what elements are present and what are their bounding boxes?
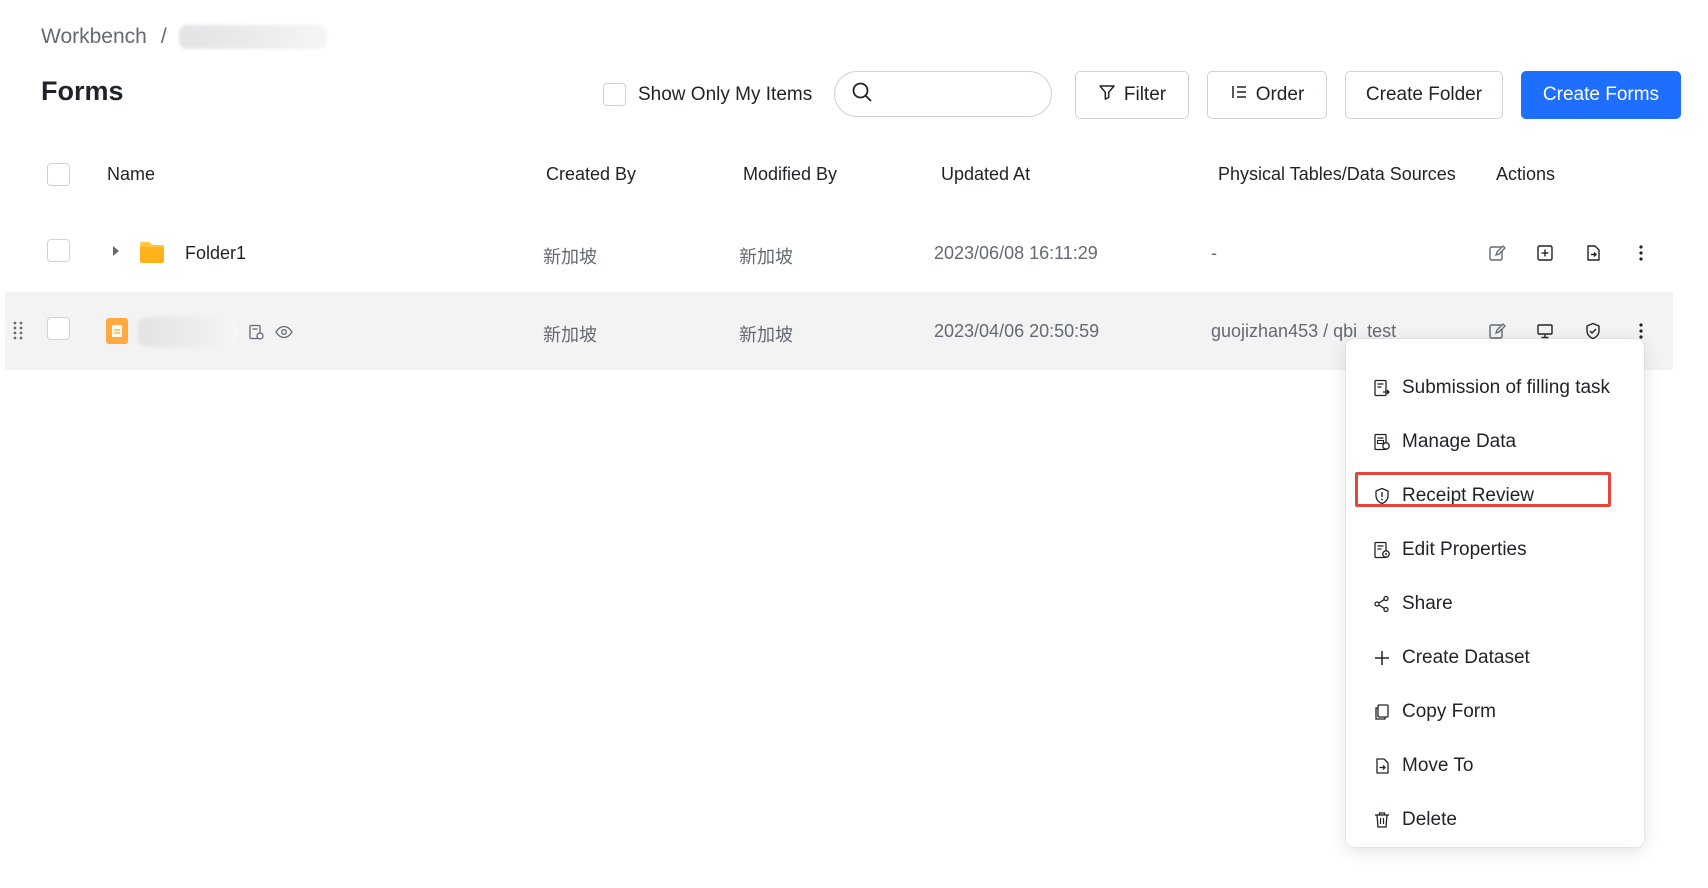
menu-item-receipt-review[interactable]: Receipt Review — [1372, 485, 1534, 507]
edit-icon[interactable] — [1487, 243, 1507, 263]
menu-item-label: Move To — [1402, 755, 1474, 776]
more-actions-icon[interactable] — [1631, 321, 1651, 341]
manage-data-icon — [1372, 432, 1392, 452]
row-checkbox[interactable] — [47, 239, 70, 262]
filter-label: Filter — [1123, 84, 1167, 105]
menu-item-create-dataset[interactable]: Create Dataset — [1372, 647, 1530, 669]
sort-icon — [1230, 83, 1248, 107]
create-folder-button[interactable]: Create Folder — [1345, 71, 1503, 119]
table-row[interactable]: Folder1 新加坡 新加坡 2023/06/08 16:11:29 - — [5, 214, 1673, 292]
menu-item-label: Create Dataset — [1402, 647, 1530, 668]
share-icon — [1372, 594, 1392, 614]
row-name-redacted[interactable] — [138, 317, 238, 347]
row-modified-by: 新加坡 — [739, 247, 793, 267]
move-to-icon — [1372, 756, 1392, 776]
menu-item-label: Delete — [1402, 809, 1457, 830]
menu-item-move-to[interactable]: Move To — [1372, 755, 1473, 777]
folder-icon — [139, 240, 165, 269]
more-actions-icon[interactable] — [1631, 243, 1651, 263]
row-created-by: 新加坡 — [543, 325, 597, 345]
more-actions-menu: Submission of filling task Manage Data R… — [1346, 339, 1644, 847]
column-header-updated-at[interactable]: Updated At — [941, 164, 1030, 185]
menu-item-edit-properties[interactable]: Edit Properties — [1372, 539, 1527, 561]
breadcrumb: Workbench / — [41, 22, 327, 52]
menu-item-label: Manage Data — [1402, 431, 1517, 452]
row-updated-at: 2023/04/06 20:50:59 — [934, 321, 1100, 341]
show-only-my-items-label: Show Only My Items — [638, 83, 813, 105]
copy-icon — [1372, 702, 1392, 722]
data-table-icon[interactable] — [248, 324, 264, 345]
breadcrumb-workbench-link[interactable]: Workbench — [41, 25, 147, 49]
row-modified-by: 新加坡 — [739, 325, 793, 345]
filter-icon — [1098, 83, 1116, 107]
row-created-by: 新加坡 — [543, 247, 597, 267]
order-label: Order — [1255, 84, 1305, 105]
edit-icon[interactable] — [1487, 321, 1507, 341]
menu-item-label: Receipt Review — [1402, 485, 1534, 506]
edit-properties-icon — [1372, 540, 1392, 560]
breadcrumb-separator: / — [160, 25, 167, 48]
shield-check-icon[interactable] — [1583, 321, 1603, 341]
show-only-my-items-checkbox[interactable] — [603, 83, 626, 106]
menu-item-label: Edit Properties — [1402, 539, 1527, 560]
filter-button[interactable]: Filter — [1075, 71, 1189, 119]
shield-icon — [1372, 486, 1392, 506]
search-input[interactable] — [881, 83, 1045, 105]
eye-icon[interactable] — [275, 325, 293, 344]
form-icon — [106, 318, 128, 349]
page-title: Forms — [41, 76, 124, 106]
column-header-created-by[interactable]: Created By — [546, 164, 636, 185]
row-checkbox[interactable] — [47, 317, 70, 340]
add-icon[interactable] — [1535, 243, 1555, 263]
column-header-actions: Actions — [1496, 164, 1556, 184]
row-data-source: - — [1211, 243, 1217, 263]
order-button[interactable]: Order — [1207, 71, 1327, 119]
show-only-my-items-toggle[interactable]: Show Only My Items — [603, 83, 812, 106]
expand-arrow-icon[interactable] — [110, 243, 122, 264]
column-header-name[interactable]: Name — [107, 164, 155, 185]
move-to-icon[interactable] — [1583, 243, 1603, 263]
search-icon — [851, 81, 873, 108]
search-box[interactable] — [834, 71, 1052, 117]
menu-item-label: Submission of filling task — [1402, 377, 1611, 398]
trash-icon — [1372, 810, 1392, 830]
select-all-checkbox[interactable] — [47, 163, 70, 186]
menu-item-manage-data[interactable]: Manage Data — [1372, 431, 1516, 453]
plus-icon — [1372, 648, 1392, 668]
row-updated-at: 2023/06/08 16:11:29 — [934, 243, 1098, 263]
menu-item-label: Copy Form — [1402, 701, 1496, 722]
menu-item-delete[interactable]: Delete — [1372, 809, 1457, 831]
column-header-modified-by[interactable]: Modified By — [743, 164, 837, 185]
monitor-icon[interactable] — [1535, 321, 1555, 341]
submit-task-icon — [1372, 378, 1392, 398]
row-name[interactable]: Folder1 — [185, 243, 246, 264]
menu-item-copy-form[interactable]: Copy Form — [1372, 701, 1496, 723]
menu-item-submission-of-filling-task[interactable]: Submission of filling task — [1372, 377, 1610, 399]
drag-handle-icon[interactable] — [13, 320, 23, 345]
menu-item-label: Share — [1402, 593, 1453, 614]
menu-item-share[interactable]: Share — [1372, 593, 1453, 615]
column-header-data-sources: Physical Tables/Data Sources — [1218, 164, 1456, 184]
create-forms-button[interactable]: Create Forms — [1521, 71, 1681, 119]
breadcrumb-current-redacted — [178, 25, 327, 49]
